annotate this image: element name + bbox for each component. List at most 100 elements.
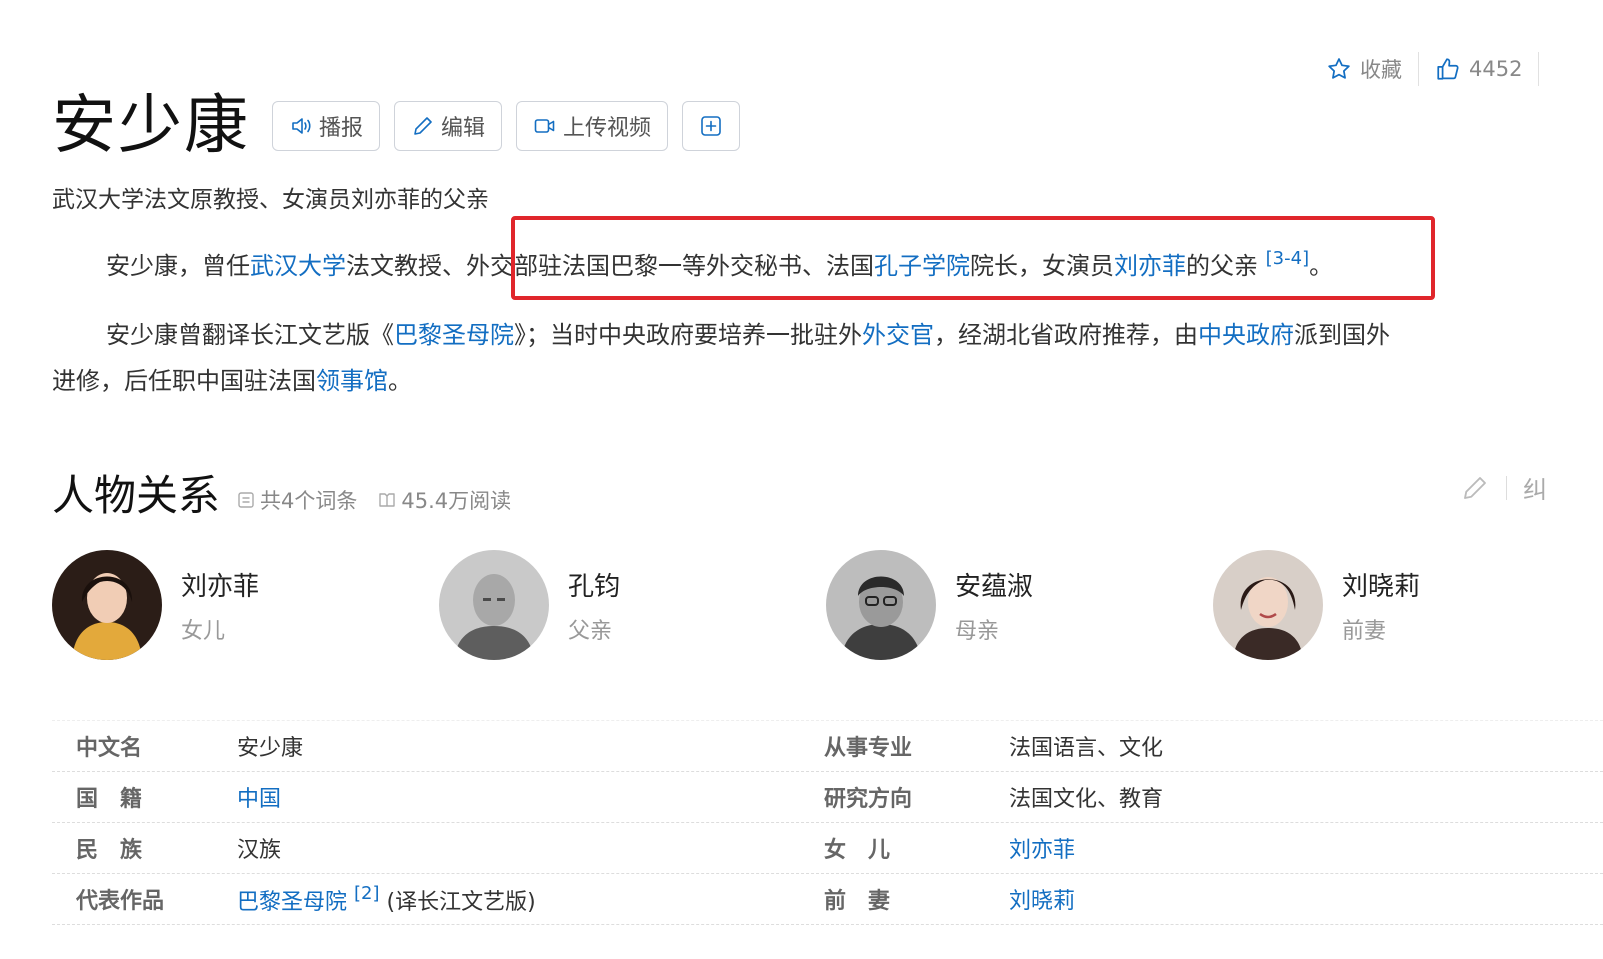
text: 的父亲	[1186, 252, 1258, 280]
relations-title: 人物关系	[52, 471, 221, 520]
info-value: 汉族	[237, 838, 282, 863]
relation-role: 父亲	[568, 618, 613, 644]
relations-count-label: 共4个词条	[260, 489, 358, 513]
like-button[interactable]: 4452	[1435, 56, 1522, 82]
info-key: 女 儿	[824, 838, 891, 863]
text: 派到国外	[1294, 321, 1390, 349]
relation-card[interactable]: 安蕴淑 母亲	[826, 550, 1213, 660]
info-key: 代表作品	[76, 889, 165, 914]
relation-info: 刘亦菲 女儿	[181, 566, 259, 645]
info-key: 民 族	[76, 838, 143, 863]
link-confucius-institute[interactable]: 孔子学院	[874, 252, 970, 280]
upload-video-button[interactable]: 上传视频	[516, 101, 669, 151]
avatar	[826, 550, 936, 660]
info-note: (译长江文艺版)	[386, 889, 536, 915]
info-value: 安少康	[237, 736, 304, 761]
favorite-label: 收藏	[1360, 58, 1402, 82]
avatar-image	[52, 550, 162, 660]
page-title: 安少康	[52, 89, 250, 163]
add-button[interactable]	[682, 101, 741, 151]
text: 安少康，曾任	[106, 252, 250, 280]
book-icon	[379, 493, 396, 507]
edit-label: 编辑	[441, 116, 486, 141]
link-central-government[interactable]: 中央政府	[1198, 321, 1294, 349]
link-diplomat[interactable]: 外交官	[862, 321, 934, 349]
top-actions: 收藏 4452	[1326, 52, 1555, 86]
relation-info: 刘晓莉 前妻	[1342, 566, 1420, 645]
avatar-image	[1213, 550, 1323, 660]
video-camera-icon	[534, 119, 555, 133]
info-value: 法国语言、文化	[1009, 736, 1164, 761]
table-row: 中文名 安少康 从事专业 法国语言、文化	[52, 721, 1603, 772]
relation-role: 前妻	[1342, 618, 1387, 644]
link-notre-dame-de-paris[interactable]: 巴黎圣母院	[237, 890, 347, 915]
relation-card[interactable]: 刘亦菲 女儿	[52, 550, 439, 660]
relation-name: 刘晓莉	[1342, 571, 1421, 602]
info-key: 从事专业	[824, 736, 913, 761]
speaker-icon	[292, 118, 311, 134]
text: 安少康曾翻译长江文艺版《	[106, 321, 394, 349]
relation-name: 刘亦菲	[181, 571, 260, 602]
relation-card[interactable]: 刘晓莉 前妻	[1213, 550, 1600, 660]
upload-video-label: 上传视频	[563, 116, 652, 141]
relation-name: 孔钧	[568, 571, 621, 602]
info-key: 研究方向	[824, 787, 913, 812]
info-key: 国 籍	[76, 787, 143, 812]
edit-button[interactable]: 编辑	[394, 101, 503, 151]
text: 》；当时中央政府要培养一批驻外	[514, 321, 862, 349]
pencil-icon	[414, 117, 432, 135]
link-notre-dame-de-paris[interactable]: 巴黎圣母院	[394, 321, 514, 349]
broadcast-button[interactable]: 播报	[272, 101, 381, 151]
divider	[1506, 475, 1507, 500]
relation-info: 安蕴淑 母亲	[955, 566, 1033, 645]
relation-role: 女儿	[181, 618, 226, 644]
lemma-subtitle: 武汉大学法文原教授、女演员刘亦菲的父亲	[52, 187, 489, 213]
relation-card[interactable]: 孔钧 父亲	[439, 550, 826, 660]
info-key: 中文名	[76, 736, 143, 761]
list-icon	[238, 492, 254, 508]
info-value: 法国文化、教育	[1009, 787, 1164, 812]
reference-link[interactable]: [2]	[354, 883, 380, 904]
basic-info-table: 中文名 安少康 从事专业 法国语言、文化 国 籍 中国 研究方向 法国文化、教育…	[52, 720, 1603, 925]
correct-button[interactable]: 纠	[1523, 470, 1547, 505]
link-daughter[interactable]: 刘亦菲	[1009, 838, 1075, 863]
relations-reads: 45.4万阅读	[377, 485, 511, 515]
table-row: 国 籍 中国 研究方向 法国文化、教育	[52, 772, 1603, 823]
text: 外交部驻法国巴黎一等外交秘书、法国	[466, 252, 874, 280]
avatar	[439, 550, 549, 660]
plus-square-icon	[701, 116, 721, 136]
link-wuhan-university[interactable]: 武汉大学	[250, 252, 346, 280]
title-row: 安少康 播报 编辑 上传视频	[52, 86, 741, 166]
favorite-button[interactable]: 收藏	[1326, 54, 1402, 84]
link-consulate[interactable]: 领事馆	[316, 367, 388, 395]
relations-list: 刘亦菲 女儿 孔钧 父亲 安蕴淑 母亲 刘晓莉 前妻	[52, 550, 1600, 660]
avatar	[52, 550, 162, 660]
avatar	[1213, 550, 1323, 660]
relations-tools: 纠	[1460, 470, 1547, 505]
text: 院长，女演员	[970, 252, 1114, 280]
relations-reads-label: 45.4万阅读	[401, 489, 512, 513]
summary-paragraph-1: 安少康，曾任武汉大学法文教授、外交部驻法国巴黎一等外交秘书、法国孔子学院院长，女…	[52, 236, 1603, 289]
thumbs-up-icon	[1437, 58, 1459, 80]
text: ，经湖北省政府推荐，由	[934, 321, 1198, 349]
relations-header: 人物关系 共4个词条 45.4万阅读	[52, 462, 531, 523]
relation-role: 母亲	[955, 618, 1000, 644]
link-china[interactable]: 中国	[237, 787, 281, 812]
divider	[1418, 52, 1419, 86]
relation-info: 孔钧 父亲	[568, 566, 620, 645]
info-key: 前 妻	[824, 889, 891, 914]
broadcast-label: 播报	[319, 116, 364, 141]
pencil-icon[interactable]	[1460, 473, 1490, 503]
link-liu-yifei[interactable]: 刘亦菲	[1114, 252, 1186, 280]
summary-paragraph-2: 安少康曾翻译长江文艺版《巴黎圣母院》；当时中央政府要培养一批驻外外交官，经湖北省…	[52, 312, 1603, 404]
text: 进修，后任职中国驻法国	[52, 367, 316, 395]
reference-link[interactable]: [3-4]	[1266, 248, 1309, 269]
avatar-image	[439, 550, 549, 660]
divider	[1538, 52, 1540, 86]
text: 法文教授、	[346, 252, 466, 280]
relations-count[interactable]: 共4个词条	[236, 485, 357, 515]
text: 。	[388, 367, 412, 395]
table-row: 民 族 汉族 女 儿 刘亦菲	[52, 823, 1603, 874]
link-ex-wife[interactable]: 刘晓莉	[1009, 889, 1075, 914]
relation-name: 安蕴淑	[955, 571, 1034, 602]
